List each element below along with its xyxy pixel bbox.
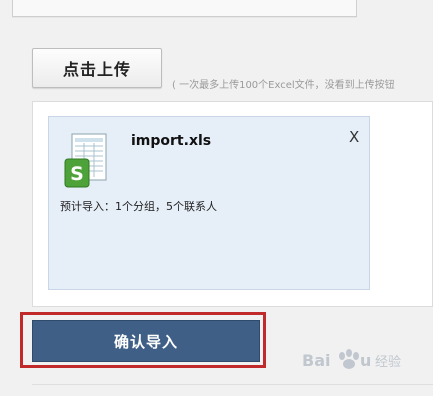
spreadsheet-file-icon: S: [64, 133, 107, 188]
bottom-divider: [32, 384, 433, 385]
file-name: import.xls: [131, 133, 212, 149]
import-summary: 预计导入：1个分组，5个联系人: [60, 200, 217, 213]
upload-button[interactable]: 点击上传: [32, 48, 162, 88]
confirm-import-button[interactable]: 确认导入: [32, 320, 260, 362]
svg-text:u: u: [360, 351, 371, 370]
svg-text:经验: 经验: [375, 354, 401, 370]
upload-hint-text: ( 一次最多上传100个Excel文件，没看到上传按钮: [172, 80, 395, 91]
svg-text:Bai: Bai: [302, 351, 330, 370]
svg-text:S: S: [70, 163, 84, 185]
top-panel-frame: [12, 0, 357, 17]
baidu-paw-icon: [339, 349, 359, 369]
baidu-jingyan-watermark: Bai u 经验: [302, 349, 401, 370]
remove-file-button[interactable]: X: [349, 128, 359, 146]
